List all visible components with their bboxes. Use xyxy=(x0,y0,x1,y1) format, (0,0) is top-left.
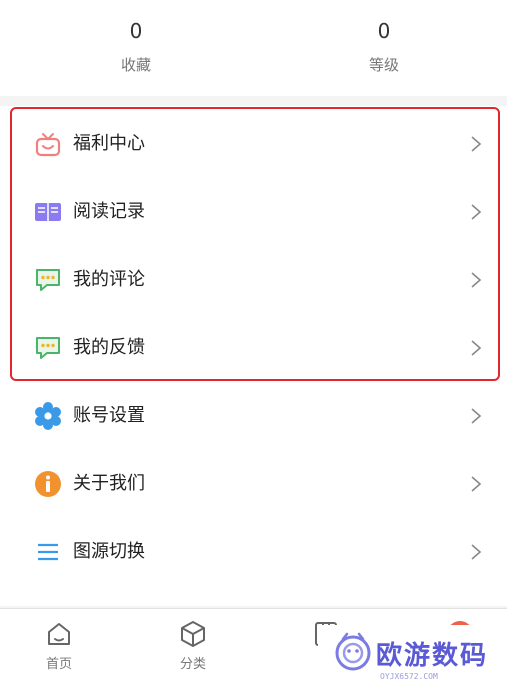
tab-home[interactable]: 首页 xyxy=(19,619,99,672)
menu-list: 福利中心 阅读记录 我的评论 我的反馈 账号设置 关于我们 图源切换 xyxy=(0,106,507,606)
chevron-right-icon xyxy=(471,476,482,492)
menu-item-label: 福利中心 xyxy=(73,133,145,154)
level-stat[interactable]: 0 等级 xyxy=(304,18,464,75)
menu-item-label: 我的评论 xyxy=(73,269,145,290)
chevron-right-icon xyxy=(471,272,482,288)
home-icon xyxy=(48,623,70,645)
menu-item-label: 阅读记录 xyxy=(73,201,145,222)
tab-label: 分类 xyxy=(179,657,206,672)
info-icon xyxy=(35,471,61,497)
menu-item-my-comments[interactable]: 我的评论 xyxy=(0,246,507,314)
level-count: 0 xyxy=(377,19,391,43)
gift-icon xyxy=(35,133,61,157)
watermark-title: 欧游数码 xyxy=(376,641,489,671)
stats-panel: 0 收藏 0 等级 xyxy=(0,0,507,96)
chevron-right-icon xyxy=(471,204,482,220)
watermark-logo-icon xyxy=(335,632,371,671)
favorites-label: 收藏 xyxy=(120,56,151,74)
tab-category[interactable]: 分类 xyxy=(153,619,233,672)
menu-item-label: 账号设置 xyxy=(73,405,145,426)
feedback-icon xyxy=(36,337,60,359)
gear-icon xyxy=(35,402,61,430)
menu-item-label: 关于我们 xyxy=(73,473,145,494)
chevron-right-icon xyxy=(471,340,482,356)
comment-icon xyxy=(36,269,60,291)
menu-item-my-feedback[interactable]: 我的反馈 xyxy=(0,314,507,382)
menu-item-account-settings[interactable]: 账号设置 xyxy=(0,382,507,450)
menu-item-label: 我的反馈 xyxy=(73,337,145,358)
watermark-subtitle: OYJX6572.COM xyxy=(380,672,438,681)
cube-icon xyxy=(181,621,205,647)
menu-item-label: 图源切换 xyxy=(73,541,145,562)
book-icon xyxy=(35,203,61,221)
chevron-right-icon xyxy=(471,408,482,424)
menu-item-welfare-center[interactable]: 福利中心 xyxy=(0,110,507,178)
favorites-stat[interactable]: 0 收藏 xyxy=(56,18,216,75)
menu-item-image-source-switch[interactable]: 图源切换 xyxy=(0,518,507,586)
level-label: 等级 xyxy=(368,56,399,74)
menu-item-about-us[interactable]: 关于我们 xyxy=(0,450,507,518)
chevron-right-icon xyxy=(471,544,482,560)
chevron-right-icon xyxy=(471,136,482,152)
favorites-count: 0 xyxy=(129,19,143,43)
list-icon xyxy=(38,543,58,561)
menu-item-reading-history[interactable]: 阅读记录 xyxy=(0,178,507,246)
tab-label: 首页 xyxy=(45,657,72,672)
watermark: 欧游数码 OYJX6572.COM xyxy=(318,625,507,687)
